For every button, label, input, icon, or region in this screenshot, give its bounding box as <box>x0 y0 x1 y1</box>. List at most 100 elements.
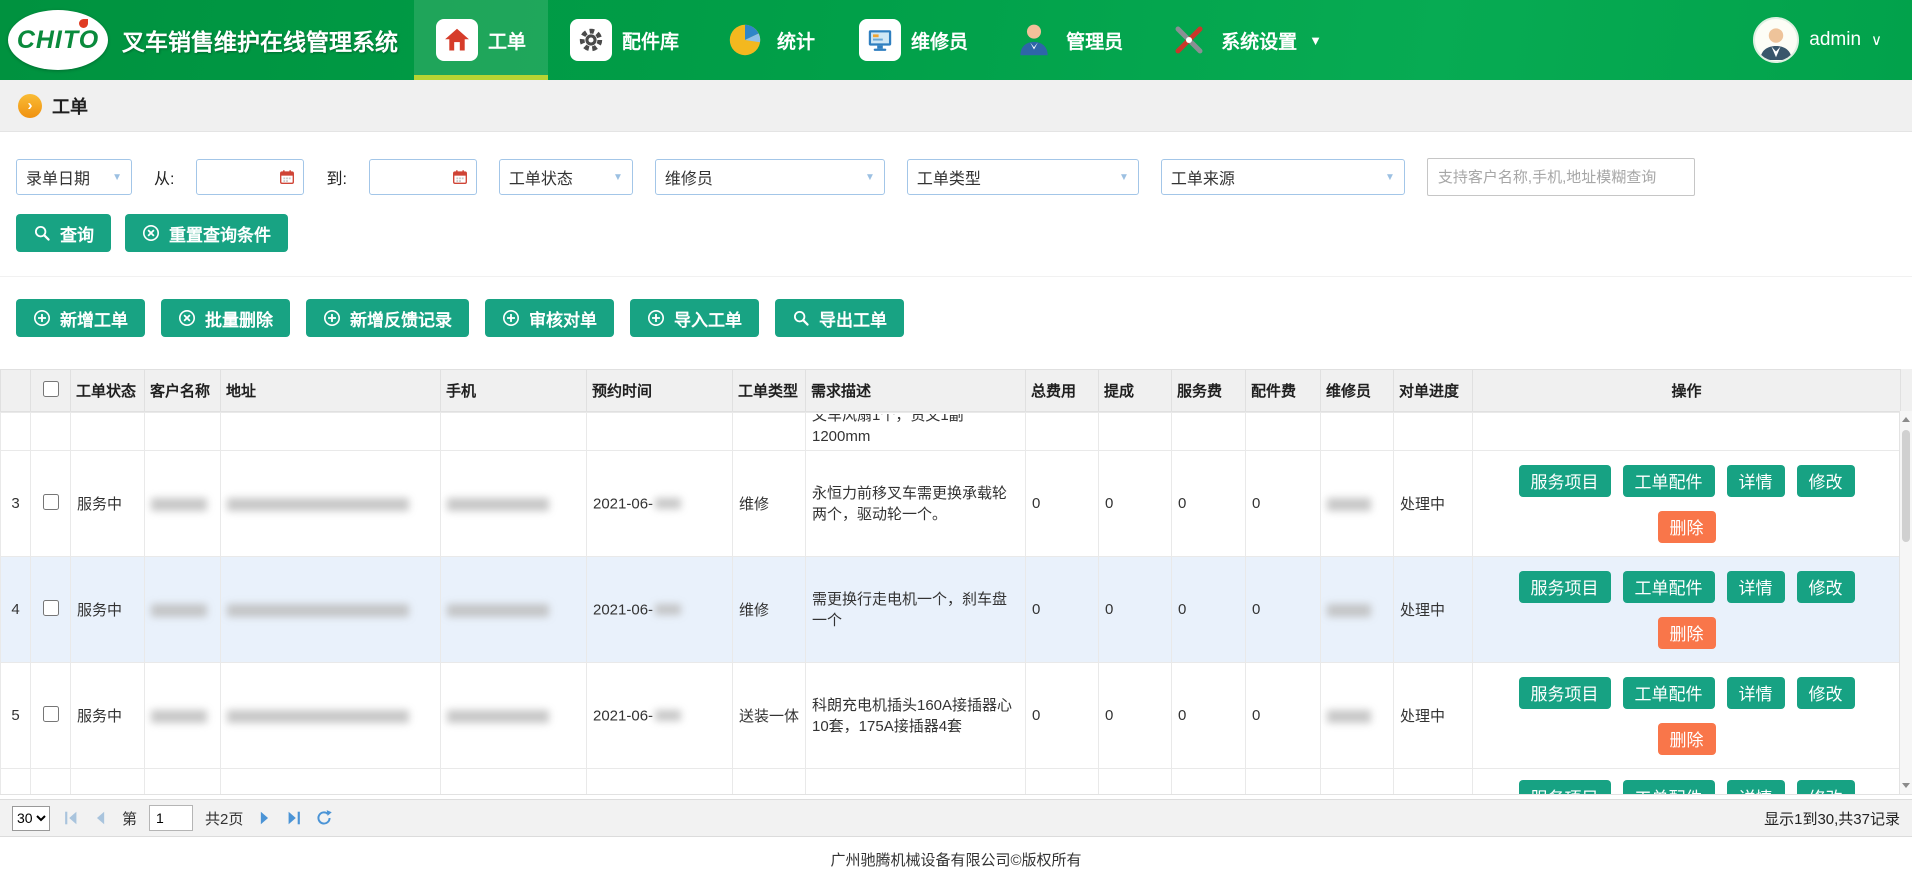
redacted-repairman <box>1327 604 1371 617</box>
order-type-select[interactable]: 工单类型 ▼ <box>907 159 1139 195</box>
order-parts-button[interactable]: 工单配件 <box>1623 571 1715 603</box>
reset-filters-button[interactable]: 重置查询条件 <box>125 214 288 252</box>
edit-button[interactable]: 修改 <box>1797 465 1855 497</box>
nav-label: 系统设置 <box>1221 27 1297 54</box>
delete-button[interactable]: 删除 <box>1658 617 1716 649</box>
batch-delete-button[interactable]: 批量删除 <box>161 299 290 337</box>
cell-progress: 处理中 <box>1394 557 1473 663</box>
detail-button[interactable]: 详情 <box>1727 571 1785 603</box>
cell-total-fee: 0 <box>1026 451 1099 557</box>
order-parts-button[interactable]: 工单配件 <box>1623 677 1715 709</box>
add-order-button[interactable]: 新增工单 <box>16 299 145 337</box>
refresh-button[interactable] <box>315 809 333 827</box>
cell-total-fee: 0 <box>1026 663 1099 769</box>
table-body-viewport: 叉车风扇1个，货叉1副 1200mm 3 服务中 2021-06- 维修 永恒力… <box>0 412 1912 795</box>
cell-status: 服务中 <box>71 557 145 663</box>
edit-button[interactable]: 修改 <box>1797 571 1855 603</box>
cell-appointment: 2021-06- <box>593 707 653 724</box>
page-number-input[interactable] <box>149 805 193 831</box>
chevron-down-icon: ▼ <box>613 172 623 183</box>
cell-commission: 0 <box>1099 557 1172 663</box>
service-items-button[interactable]: 服务项目 <box>1519 465 1611 497</box>
cell-order-type: 送装一体 <box>733 663 806 769</box>
search-icon <box>792 309 810 327</box>
gear-icon <box>570 19 612 61</box>
service-items-button[interactable]: 服务项目 <box>1519 677 1611 709</box>
cell-description: 需更换行走电机一个，刹车盘一个 <box>812 589 1019 631</box>
table-row-partial: 叉车风扇1个，货叉1副 1200mm <box>1 413 1901 451</box>
add-feedback-button[interactable]: 新增反馈记录 <box>306 299 469 337</box>
triangle-up-icon <box>1902 417 1910 422</box>
order-status-select[interactable]: 工单状态 ▼ <box>499 159 633 195</box>
nav-item-settings[interactable]: 系统设置 ▼ <box>1145 0 1344 80</box>
scroll-up-button[interactable] <box>1900 412 1912 427</box>
orders-table: 工单状态 客户名称 地址 手机 预约时间 工单类型 需求描述 总费用 提成 服务… <box>0 369 1912 795</box>
chevron-down-icon: ∨ <box>1871 31 1882 49</box>
scroll-down-button[interactable] <box>1900 778 1912 793</box>
nav-item-parts[interactable]: 配件库 <box>548 0 701 80</box>
edit-button[interactable]: 修改 <box>1797 780 1855 795</box>
nav-item-workorder[interactable]: 工单 <box>414 0 548 80</box>
date-to-input[interactable] <box>369 159 477 195</box>
row-index: 3 <box>1 451 31 557</box>
page: CHITO 叉车销售维护在线管理系统 工单 配件库 统计 维修员 管理员 <box>0 0 1912 877</box>
records-summary: 显示1到30,共37记录 <box>1764 808 1900 829</box>
cell-commission: 0 <box>1099 451 1172 557</box>
detail-button[interactable]: 详情 <box>1727 465 1785 497</box>
plus-circle-icon <box>323 309 341 327</box>
vertical-scrollbar <box>1899 411 1912 794</box>
detail-button[interactable]: 详情 <box>1727 780 1785 795</box>
nav-label: 维修员 <box>911 27 968 54</box>
row-actions: 服务项目 工单配件 详情 修改 删除 <box>1515 571 1859 649</box>
nav-item-stats[interactable]: 统计 <box>701 0 837 80</box>
cell-description: 科朗充电机插头160A接插器心10套，175A接插器4套 <box>812 695 1019 737</box>
search-button[interactable]: 查询 <box>16 214 111 252</box>
cell-status: 服务中 <box>71 663 145 769</box>
col-header-address: 地址 <box>221 370 441 412</box>
redacted-phone <box>447 710 549 723</box>
cell-service-fee: 0 <box>1172 451 1246 557</box>
next-page-button[interactable] <box>255 809 273 827</box>
service-items-button[interactable]: 服务项目 <box>1519 780 1611 795</box>
col-header-type: 工单类型 <box>733 370 806 412</box>
repairman-select[interactable]: 维修员 ▼ <box>655 159 885 195</box>
select-all-checkbox[interactable] <box>43 381 59 397</box>
import-orders-button[interactable]: 导入工单 <box>630 299 759 337</box>
col-header-appointment: 预约时间 <box>587 370 733 412</box>
page-title: 工单 <box>52 93 88 119</box>
brand: CHITO 叉车销售维护在线管理系统 <box>0 0 414 80</box>
order-parts-button[interactable]: 工单配件 <box>1623 465 1715 497</box>
row-actions: 服务项目 工单配件 详情 修改 删除 <box>1515 677 1859 755</box>
page-size-select[interactable]: 30 <box>12 806 50 831</box>
detail-button[interactable]: 详情 <box>1727 677 1785 709</box>
redacted-phone <box>447 498 549 511</box>
prev-page-button[interactable] <box>92 809 110 827</box>
row-checkbox[interactable] <box>43 706 59 722</box>
delete-button[interactable]: 删除 <box>1658 511 1716 543</box>
nav-label: 配件库 <box>622 27 679 54</box>
scrollbar-thumb[interactable] <box>1902 430 1910 542</box>
audit-order-button[interactable]: 审核对单 <box>485 299 614 337</box>
service-items-button[interactable]: 服务项目 <box>1519 571 1611 603</box>
delete-button[interactable]: 删除 <box>1658 723 1716 755</box>
nav-label: 工单 <box>488 27 526 54</box>
first-page-button[interactable] <box>62 809 80 827</box>
user-menu[interactable]: admin ∨ <box>1753 0 1912 80</box>
calendar-icon <box>278 168 296 186</box>
order-parts-button[interactable]: 工单配件 <box>1623 780 1715 795</box>
row-checkbox[interactable] <box>43 494 59 510</box>
table-row: 3 服务中 2021-06- 维修 永恒力前移叉车需更换承载轮两个，驱动轮一个。… <box>1 451 1901 557</box>
edit-button[interactable]: 修改 <box>1797 677 1855 709</box>
tools-icon <box>1167 18 1211 62</box>
select-value: 录单日期 <box>26 165 90 189</box>
row-checkbox[interactable] <box>43 600 59 616</box>
cell-status: 服务中 <box>71 451 145 557</box>
nav-item-admin[interactable]: 管理员 <box>990 0 1145 80</box>
date-field-select[interactable]: 录单日期 ▼ <box>16 159 132 195</box>
keyword-search-input[interactable] <box>1427 158 1695 196</box>
order-source-select[interactable]: 工单来源 ▼ <box>1161 159 1405 195</box>
date-from-input[interactable] <box>196 159 304 195</box>
last-page-button[interactable] <box>285 809 303 827</box>
export-orders-button[interactable]: 导出工单 <box>775 299 904 337</box>
nav-item-repairman[interactable]: 维修员 <box>837 0 990 80</box>
